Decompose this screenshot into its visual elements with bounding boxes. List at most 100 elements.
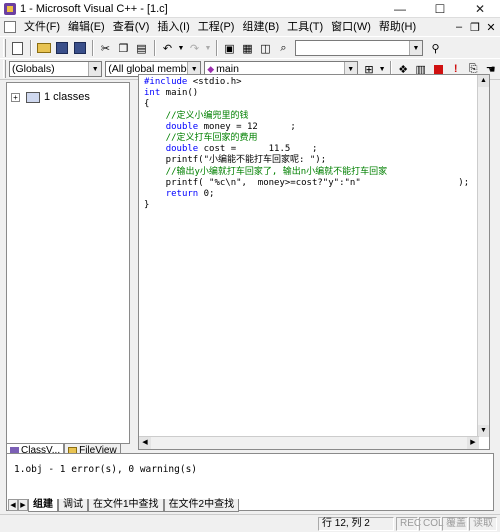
menu-file[interactable]: 文件(F) [20, 18, 64, 36]
toolbar-grip[interactable] [3, 39, 6, 57]
new-file-button[interactable] [9, 40, 26, 57]
chevron-down-icon[interactable]: ▼ [88, 62, 102, 76]
classes-icon [26, 91, 40, 103]
cursor-position: 行 12, 列 2 [318, 517, 394, 531]
source-code[interactable]: #include <stdio.h> int main(){ //定义小编兜里的钱… [144, 77, 469, 211]
window-list-button[interactable]: ◫ [257, 40, 274, 57]
redo-dropdown[interactable]: ▼ [204, 40, 212, 57]
close-button[interactable]: ✕ [460, 0, 500, 18]
toolbar-grip[interactable] [3, 60, 6, 78]
toolbar-separator [92, 40, 94, 56]
build-result: 1.obj - 1 error(s), 0 warning(s) [14, 464, 198, 475]
code-editor[interactable]: #include <stdio.h> int main(){ //定义小编兜里的钱… [138, 74, 490, 450]
comment-token: //输出y小编就打车回家了, 输出n小编就不能打车回家 [144, 166, 388, 177]
menu-window[interactable]: 窗口(W) [327, 18, 375, 36]
save-all-button[interactable] [71, 40, 88, 57]
vertical-scrollbar[interactable]: ▲ ▼ [477, 75, 489, 437]
menu-help[interactable]: 帮助(H) [375, 18, 420, 36]
menu-build[interactable]: 组建(B) [238, 18, 283, 36]
rec-indicator: REC [396, 517, 421, 531]
find-combo[interactable]: ▼ [295, 40, 423, 56]
title-bar: 1 - Microsoft Visual C++ - [1.c] — ☐ ✕ [0, 0, 500, 18]
code-line[interactable]: //定义打车回家的费用 [144, 133, 469, 144]
comment-token: //定义小编兜里的钱 [144, 110, 249, 121]
tab-find-in-files-2[interactable]: 在文件2中查找 [163, 498, 240, 512]
code-line[interactable]: { [144, 99, 469, 110]
undo-dropdown[interactable]: ▼ [177, 40, 185, 57]
scope-value: (Globals) [11, 63, 55, 75]
maximize-button[interactable]: ☐ [420, 0, 460, 18]
new-file-icon [12, 41, 23, 55]
mdi-minimize-button[interactable]: – [452, 21, 466, 34]
tree-item-classes[interactable]: + 1 classes [11, 91, 90, 103]
binoculars-icon: ⚲ [431, 42, 440, 55]
keyword-token: double [165, 144, 199, 155]
open-button[interactable] [35, 40, 52, 57]
scroll-up-icon[interactable]: ▲ [478, 75, 489, 87]
mdi-restore-button[interactable]: ❐ [468, 21, 482, 34]
code-line[interactable]: double cost = 11.5 ; [144, 144, 469, 155]
toolbar-separator [216, 40, 218, 56]
workspace-icon: ▣ [224, 42, 235, 55]
keyword-token: return [165, 189, 199, 200]
cut-button[interactable]: ✂ [97, 40, 114, 57]
read-only-indicator: 读取 [469, 517, 497, 531]
menu-project[interactable]: 工程(P) [194, 18, 239, 36]
code-line[interactable]: printf( "%c\n", money>=cost?"y":"n" ); [144, 178, 469, 189]
mdi-controls: – ❐ ✕ [452, 21, 500, 34]
workspace-button[interactable]: ▣ [221, 40, 238, 57]
chevron-down-icon[interactable]: ▼ [409, 41, 422, 55]
scroll-down-icon[interactable]: ▼ [478, 425, 489, 437]
code-line[interactable]: printf("小编能不能打车回家呢: "); [144, 155, 469, 166]
save-icon [55, 42, 68, 54]
code-line[interactable]: return 0; [144, 189, 469, 200]
code-line[interactable]: int main() [144, 88, 469, 99]
output-tabs: ◀ ▶ 组建 调试 在文件1中查找 在文件2中查找 [8, 498, 240, 512]
code-token: main() [160, 88, 199, 99]
menu-tools[interactable]: 工具(T) [283, 18, 327, 36]
horizontal-scrollbar[interactable]: ◀ ▶ [139, 436, 479, 449]
tab-scroll-right-icon[interactable]: ▶ [18, 499, 28, 511]
scope-combo[interactable]: (Globals) ▼ [8, 61, 103, 77]
mdi-close-button[interactable]: ✕ [484, 21, 498, 34]
tab-build[interactable]: 组建 [28, 498, 58, 512]
code-line[interactable]: } [144, 200, 469, 211]
undo-button[interactable]: ↶ [159, 40, 176, 57]
menu-view[interactable]: 查看(V) [109, 18, 154, 36]
code-token: printf( "%c\n", money>=cost?"y":"n" ); [144, 177, 470, 188]
toolbar-separator [154, 40, 156, 56]
menu-edit[interactable]: 编辑(E) [64, 18, 109, 36]
redo-button[interactable]: ↷ [186, 40, 203, 57]
paste-button[interactable]: ▤ [133, 40, 150, 57]
code-token: money = 12 ; [198, 121, 296, 132]
status-bar: 行 12, 列 2 REC COL 覆盖 读取 [0, 514, 500, 532]
output-button[interactable]: ▦ [239, 40, 256, 57]
visual-cpp-icon [4, 2, 16, 15]
code-line[interactable]: //输出y小编就打车回家了, 输出n小编就不能打车回家 [144, 167, 469, 178]
code-token: } [144, 200, 150, 211]
window-title: 1 - Microsoft Visual C++ - [1.c] [20, 2, 168, 15]
scroll-right-icon[interactable]: ▶ [467, 437, 479, 449]
tab-debug[interactable]: 调试 [58, 498, 88, 512]
find-in-files-button[interactable]: ⌕ [275, 40, 292, 57]
code-line[interactable]: //定义小编兜里的钱 [144, 111, 469, 122]
code-line[interactable]: #include <stdio.h> [144, 77, 469, 88]
expand-icon[interactable]: + [11, 92, 20, 102]
minimize-button[interactable]: — [380, 0, 420, 18]
code-token: { [144, 99, 150, 110]
save-button[interactable] [53, 40, 70, 57]
copy-button[interactable]: ❐ [115, 40, 132, 57]
toolbar-separator [30, 40, 32, 56]
copy-icon: ❐ [118, 42, 129, 55]
tab-find-in-files-1[interactable]: 在文件1中查找 [88, 498, 164, 512]
workspace-panel: + 1 classes [6, 82, 130, 444]
document-icon[interactable] [4, 21, 16, 33]
menu-bar: 文件(F) 编辑(E) 查看(V) 插入(I) 工程(P) 组建(B) 工具(T… [0, 18, 500, 36]
scroll-left-icon[interactable]: ◀ [139, 437, 151, 449]
find-button[interactable]: ⚲ [427, 40, 444, 57]
menu-insert[interactable]: 插入(I) [153, 18, 193, 36]
code-token: <stdio.h> [187, 77, 242, 87]
tab-scroll-left-icon[interactable]: ◀ [8, 499, 18, 511]
code-line[interactable]: double money = 12 ; [144, 122, 469, 133]
